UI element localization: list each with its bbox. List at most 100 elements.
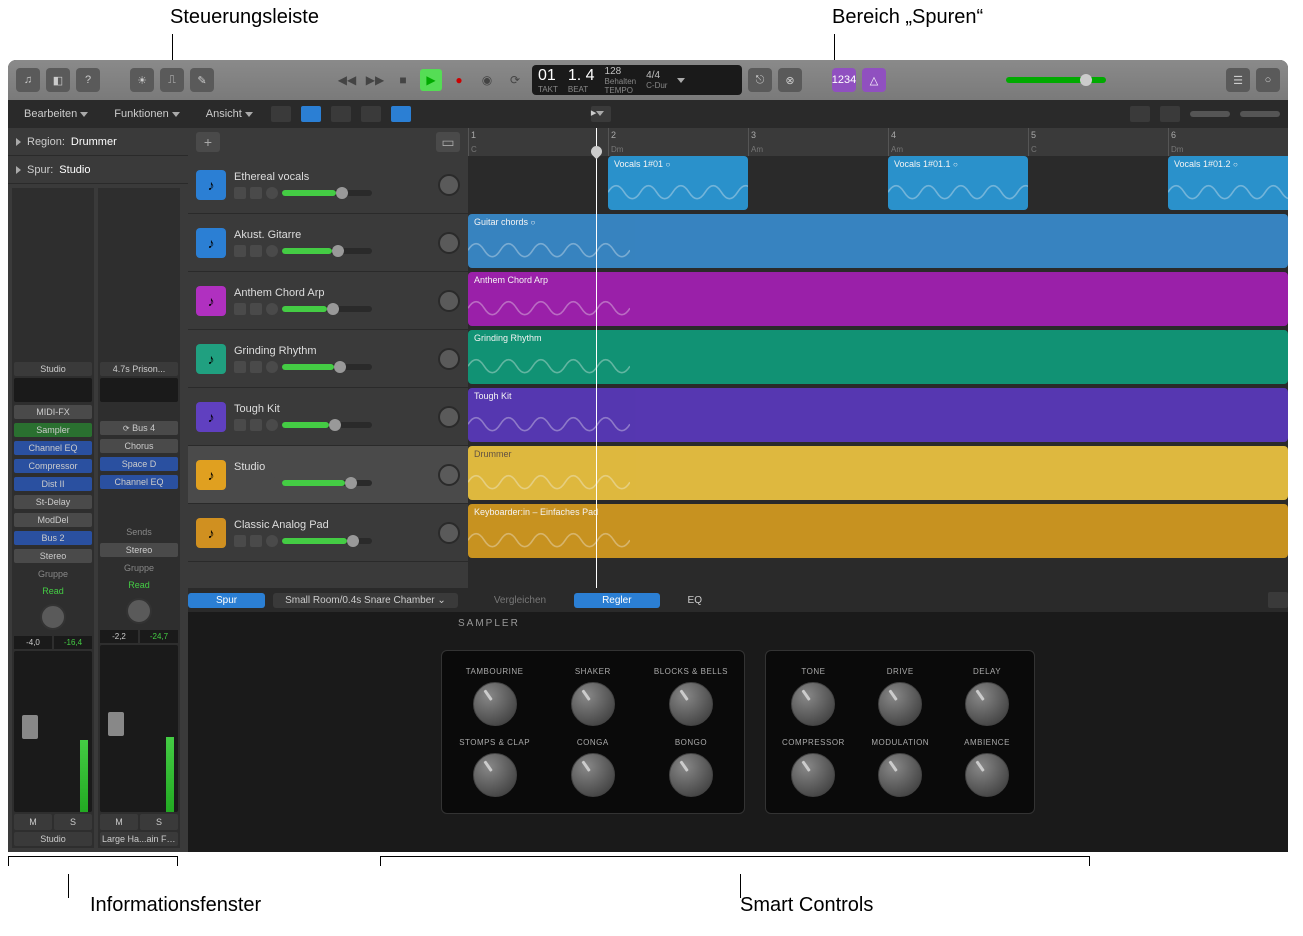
fader[interactable]: [14, 651, 92, 812]
region-header[interactable]: Region:Drummer: [8, 128, 188, 156]
quick-help-icon[interactable]: ☀: [130, 68, 154, 92]
help-icon[interactable]: ?: [76, 68, 100, 92]
stop-button[interactable]: ■: [392, 69, 414, 91]
chevron-down-icon[interactable]: [677, 78, 685, 83]
knob-tone[interactable]: TONE: [782, 667, 845, 726]
solo-icon[interactable]: [250, 419, 262, 431]
mixer-icon[interactable]: ⎍: [160, 68, 184, 92]
fader[interactable]: [100, 645, 178, 812]
track-header[interactable]: ♪ Ethereal vocals: [188, 156, 468, 214]
track-header[interactable]: ♪ Grinding Rhythm: [188, 330, 468, 388]
region[interactable]: Vocals 1#01.1 ○: [888, 156, 1028, 210]
solo-icon[interactable]: [250, 477, 262, 489]
regions-area[interactable]: Vocals 1#01 ○Vocals 1#01.1 ○Vocals 1#01.…: [468, 156, 1288, 588]
global-tracks-button[interactable]: ▭: [436, 132, 460, 152]
track-volume-slider[interactable]: [282, 306, 372, 312]
region[interactable]: Anthem Chord Arp: [468, 272, 1288, 326]
knob[interactable]: [878, 753, 922, 797]
tab-eq[interactable]: EQ: [660, 593, 730, 608]
lcd-display[interactable]: 01TAKT 1. 4BEAT 128BehaltenTEMPO 4/4C-Du…: [532, 65, 742, 95]
knob-ambience[interactable]: AMBIENCE: [956, 738, 1019, 797]
rec-icon[interactable]: [266, 303, 278, 315]
loop-icon[interactable]: [391, 106, 411, 122]
mute-icon[interactable]: [234, 303, 246, 315]
list-icon[interactable]: ☰: [1226, 68, 1250, 92]
knob-drive[interactable]: DRIVE: [869, 667, 932, 726]
knob[interactable]: [571, 753, 615, 797]
mute-icon[interactable]: [234, 535, 246, 547]
flex-icon[interactable]: [361, 106, 381, 122]
solo-icon[interactable]: [250, 303, 262, 315]
rec-icon[interactable]: [266, 245, 278, 257]
knob[interactable]: [965, 753, 1009, 797]
replace-button[interactable]: ⟳: [504, 69, 526, 91]
v-zoom-slider[interactable]: [1190, 111, 1230, 117]
record-button[interactable]: ●: [448, 69, 470, 91]
compare-button[interactable]: Vergleichen: [466, 593, 574, 608]
track-pan-knob[interactable]: [438, 232, 460, 254]
knob-blocks-bells[interactable]: BLOCKS & BELLS: [654, 667, 728, 726]
track-volume-slider[interactable]: [282, 364, 372, 370]
track-header[interactable]: ♪ Tough Kit: [188, 388, 468, 446]
mute-icon[interactable]: [234, 361, 246, 373]
region[interactable]: Vocals 1#01.2 ○: [1168, 156, 1288, 210]
catch-icon[interactable]: [1130, 106, 1150, 122]
knob[interactable]: [669, 753, 713, 797]
edit-menu[interactable]: Bearbeiten: [16, 106, 96, 122]
grid-icon[interactable]: [271, 106, 291, 122]
track-volume-slider[interactable]: [282, 538, 372, 544]
play-button[interactable]: ▶: [420, 69, 442, 91]
knob-shaker[interactable]: SHAKER: [556, 667, 630, 726]
solo-icon[interactable]: [250, 245, 262, 257]
knob-conga[interactable]: CONGA: [556, 738, 630, 797]
knob-compressor[interactable]: COMPRESSOR: [782, 738, 845, 797]
rec-icon[interactable]: [266, 477, 278, 489]
mute-icon[interactable]: [234, 477, 246, 489]
rec-icon[interactable]: [266, 419, 278, 431]
track-header[interactable]: ♪ Anthem Chord Arp: [188, 272, 468, 330]
solo-icon[interactable]: [250, 187, 262, 199]
track-volume-slider[interactable]: [282, 248, 372, 254]
timeline[interactable]: 1C2Dm3Am4Am5C6Dm Vocals 1#01 ○Vocals 1#0…: [468, 128, 1288, 588]
knob[interactable]: [965, 682, 1009, 726]
pan-knob[interactable]: [40, 604, 66, 630]
mute-icon[interactable]: [234, 187, 246, 199]
solo-button[interactable]: S: [54, 814, 92, 830]
add-track-button[interactable]: +: [196, 132, 220, 152]
mute-button[interactable]: M: [14, 814, 52, 830]
knob[interactable]: [473, 682, 517, 726]
knob-bongo[interactable]: BONGO: [654, 738, 728, 797]
pointer-tool-icon[interactable]: ▸: [591, 106, 611, 122]
knob[interactable]: [791, 753, 835, 797]
list-view-icon[interactable]: [301, 106, 321, 122]
count-badge[interactable]: 1234: [832, 68, 856, 92]
region[interactable]: Drummer: [468, 446, 1288, 500]
knob[interactable]: [571, 682, 615, 726]
rewind-button[interactable]: ◀◀: [336, 69, 358, 91]
track-pan-knob[interactable]: [438, 348, 460, 370]
countoff-icon[interactable]: ⊗: [778, 68, 802, 92]
preset-selector[interactable]: Small Room/0.4s Snare Chamber ⌄: [273, 593, 458, 608]
knob[interactable]: [878, 682, 922, 726]
region[interactable]: Keyboarder:in – Einfaches Pad: [468, 504, 1288, 558]
knob-delay[interactable]: DELAY: [956, 667, 1019, 726]
track-header[interactable]: ♪ Studio: [188, 446, 468, 504]
knob[interactable]: [473, 753, 517, 797]
link-icon[interactable]: [1160, 106, 1180, 122]
mute-button[interactable]: M: [100, 814, 138, 830]
track-pan-knob[interactable]: [438, 464, 460, 486]
notes-icon[interactable]: ○: [1256, 68, 1280, 92]
track-volume-slider[interactable]: [282, 422, 372, 428]
forward-button[interactable]: ▶▶: [364, 69, 386, 91]
knob-modulation[interactable]: MODULATION: [869, 738, 932, 797]
track-header[interactable]: Spur:Studio: [8, 156, 188, 184]
master-volume-slider[interactable]: [1006, 77, 1106, 83]
tab-spur[interactable]: Spur: [188, 593, 265, 608]
knob-stomps-clap[interactable]: STOMPS & CLAP: [458, 738, 532, 797]
automation-icon[interactable]: [331, 106, 351, 122]
solo-icon[interactable]: [250, 361, 262, 373]
track-pan-knob[interactable]: [438, 290, 460, 312]
inspector-icon[interactable]: ◧: [46, 68, 70, 92]
track-header[interactable]: ♪ Classic Analog Pad: [188, 504, 468, 562]
editor-icon[interactable]: ✎: [190, 68, 214, 92]
